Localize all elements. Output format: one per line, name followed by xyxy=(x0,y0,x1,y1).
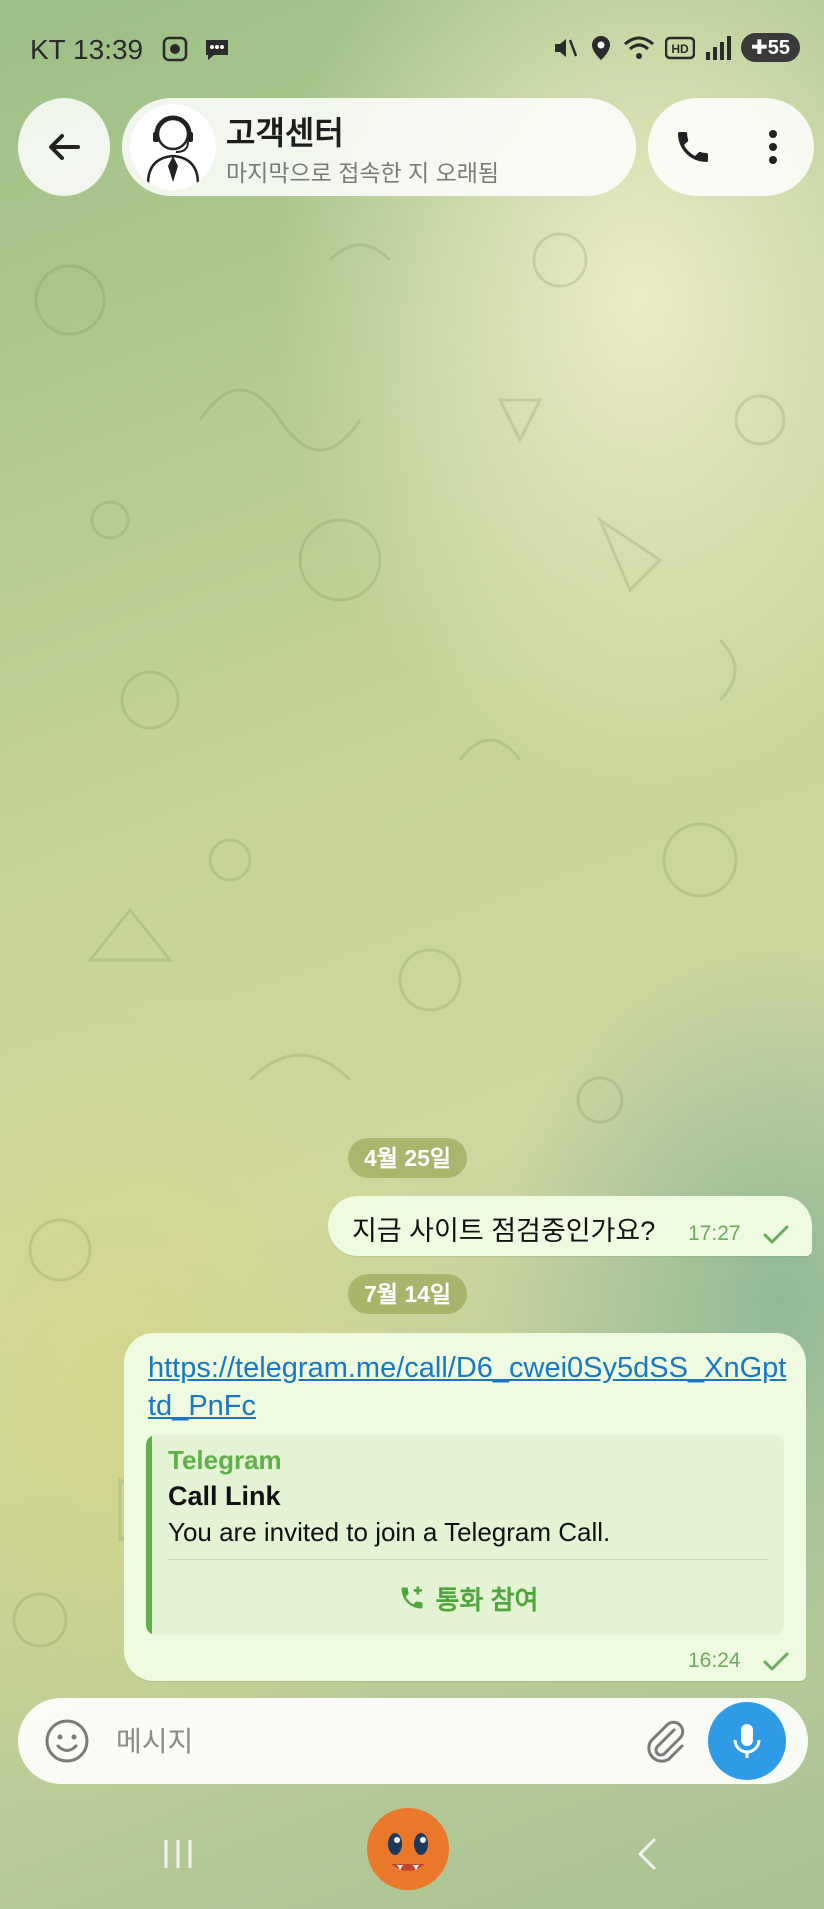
emoji-button[interactable] xyxy=(42,1716,92,1766)
message-time: 16:24 xyxy=(688,1649,741,1672)
status-time: KT 13:39 xyxy=(30,34,144,65)
add-call-icon xyxy=(401,1586,423,1609)
date-separator: 4월 25일 xyxy=(348,1138,468,1178)
message-time: 17:27 xyxy=(688,1222,741,1245)
call-button[interactable] xyxy=(668,122,718,172)
message-text: 지금 사이트 점검중인가요? xyxy=(352,1216,656,1246)
link-preview[interactable]: Telegram Call Link You are invited to jo… xyxy=(146,1435,784,1635)
preview-title: Call Link xyxy=(168,1481,281,1511)
preview-site-name: Telegram xyxy=(168,1445,282,1475)
chat-status: 마지막으로 접속한 지 오래됨 xyxy=(226,160,500,186)
date-separator: 7월 14일 xyxy=(348,1274,468,1314)
attach-button[interactable] xyxy=(640,1716,690,1766)
hd-icon: HD xyxy=(664,36,695,59)
battery-level: 55 xyxy=(767,37,790,59)
status-system-icons: HD ✚55 xyxy=(551,33,800,62)
charmander-icon xyxy=(367,1808,449,1890)
header-actions xyxy=(648,98,814,196)
avatar[interactable] xyxy=(130,104,216,190)
phone-icon xyxy=(678,132,708,162)
chat-header[interactable]: 고객센터 마지막으로 접속한 지 오래됨 xyxy=(122,98,636,196)
message-input[interactable] xyxy=(114,1716,638,1768)
smiley-icon xyxy=(45,1719,89,1763)
recent-apps-icon[interactable] xyxy=(158,1836,198,1872)
signal-icon xyxy=(705,35,731,60)
preview-accent-bar xyxy=(146,1435,152,1635)
message-composer xyxy=(18,1698,808,1784)
paperclip-icon xyxy=(647,1720,685,1763)
voice-record-button[interactable] xyxy=(708,1702,786,1780)
call-link[interactable]: https://telegram.me/call/D6_cwei0Sy5dSS_… xyxy=(148,1349,788,1425)
more-options-button[interactable] xyxy=(748,122,798,172)
svg-text:HD: HD xyxy=(671,42,689,56)
sent-check-icon xyxy=(763,1225,789,1244)
screenshot-icon xyxy=(162,36,188,62)
outgoing-message[interactable]: https://telegram.me/call/D6_cwei0Sy5dSS_… xyxy=(124,1333,806,1681)
join-call-button[interactable]: 통화 참여 xyxy=(168,1569,768,1627)
status-bar: KT 13:39 HD ✚55 xyxy=(0,0,824,100)
home-button[interactable] xyxy=(367,1808,449,1890)
location-icon xyxy=(591,35,610,60)
chat-title: 고객센터 xyxy=(226,115,344,151)
join-call-label: 통화 참여 xyxy=(435,1584,539,1615)
preview-description: You are invited to join a Telegram Call. xyxy=(168,1517,611,1547)
sent-check-icon xyxy=(763,1652,789,1671)
message-icon xyxy=(206,40,228,60)
preview-divider xyxy=(168,1559,768,1560)
back-nav-icon[interactable] xyxy=(628,1834,668,1874)
outgoing-message[interactable]: 지금 사이트 점검중인가요? 17:27 xyxy=(328,1196,812,1256)
support-agent-icon xyxy=(146,115,200,185)
status-notification-icons xyxy=(160,34,232,64)
more-vertical-icon xyxy=(769,130,777,164)
system-nav-bar xyxy=(0,1800,824,1909)
arrow-left-icon xyxy=(49,134,80,160)
wifi-icon xyxy=(624,36,654,59)
microphone-icon xyxy=(733,1724,761,1758)
mute-icon xyxy=(554,38,578,57)
battery-indicator: ✚55 xyxy=(740,33,800,62)
back-button[interactable] xyxy=(18,98,110,196)
